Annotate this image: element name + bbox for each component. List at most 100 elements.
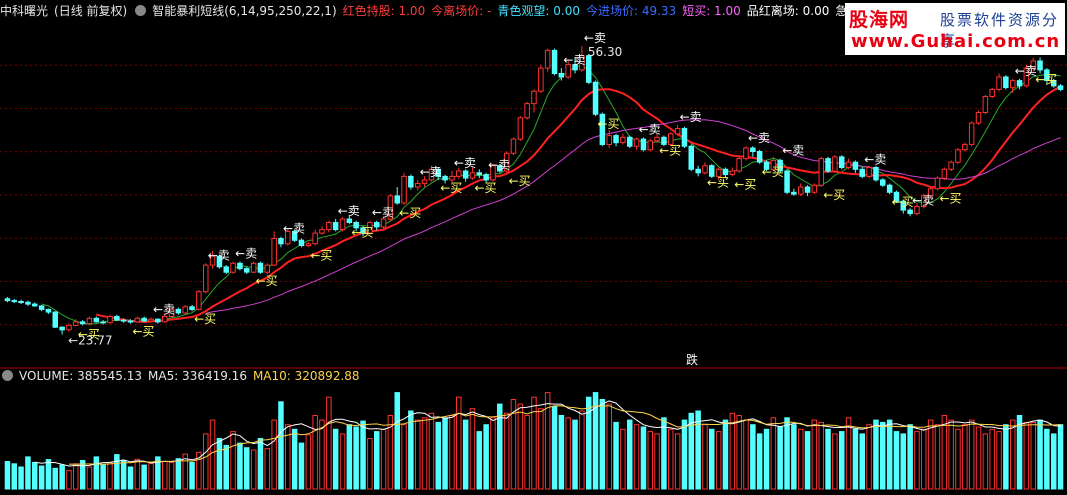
candle-49 [339, 217, 346, 232]
volume-bar-135 [927, 419, 934, 490]
candle-body [633, 138, 640, 147]
candle-body [394, 195, 400, 204]
volume-bar-54 [374, 431, 380, 490]
candle-body [32, 303, 38, 307]
volume-bar-87 [599, 399, 606, 490]
volume-bar-80 [551, 405, 558, 490]
candle-32 [223, 265, 229, 274]
candle-body [264, 264, 270, 273]
volume-bar-66 [456, 396, 462, 490]
sell-signal-36: ←卖 [1015, 64, 1037, 78]
volume-bar-0 [4, 461, 11, 490]
candle-body [654, 136, 660, 142]
candle-body [620, 136, 626, 144]
volume-bar-83 [572, 419, 578, 490]
candle-body [818, 158, 824, 186]
volume-bar-103 [709, 428, 715, 490]
volume-bar-118 [811, 419, 818, 490]
candle-body [558, 73, 565, 78]
candle-36 [250, 261, 257, 274]
volume-bar-136 [934, 424, 941, 490]
volume-bar-69 [476, 431, 482, 490]
candle-body [66, 324, 72, 331]
volume-bar-29 [203, 433, 209, 490]
indicator-value-0: 红色持股: 1.00 [342, 4, 426, 18]
volume-bar-148 [1016, 415, 1023, 490]
volume-header: VOLUME: 385545.13 MA5: 336419.16 MA10: 320… [0, 366, 700, 386]
volume-bar-78 [538, 408, 544, 490]
candle-91 [627, 135, 633, 148]
volume-bar-151 [1037, 419, 1043, 490]
watermark-url: www.Guhai.com.cn [851, 31, 1061, 52]
candle-body [968, 122, 975, 145]
volume-bar-127 [873, 419, 879, 490]
candle-124 [852, 160, 859, 173]
candle-99 [681, 126, 688, 148]
volume-bar-114 [784, 417, 790, 490]
candle-body [223, 266, 229, 273]
candle-body [538, 67, 544, 92]
volume-bar-150 [1030, 421, 1036, 490]
volume-settings-dot-icon[interactable] [2, 370, 13, 381]
candle-body [305, 243, 312, 247]
volume-bar-25 [175, 458, 182, 490]
volume-bar-99 [681, 419, 688, 490]
candle-114 [784, 169, 790, 195]
volume-bar-45 [312, 415, 318, 490]
candle-20 [141, 316, 147, 322]
period-label[interactable]: (日线 前复权) [54, 4, 127, 18]
candle-body [45, 308, 52, 313]
candle-body [510, 138, 517, 154]
candle-37 [257, 261, 264, 274]
candle-body [1057, 85, 1064, 90]
stock-chart[interactable]: ←买 ←买 ←买 ←卖 ←卖 ←卖 ←买 ←卖 ←买 ←买 ←卖 ←卖 ←买 ←买 ←卖 ←卖 ←买 ←卖 ←买 ←卖… [0, 0, 1067, 491]
candle-body [886, 184, 893, 193]
candle-body [681, 128, 688, 147]
volume-ma5: MA5: 336419.16 [148, 369, 247, 383]
candle-body [551, 49, 558, 75]
candle-45 [312, 229, 318, 246]
candle-33 [230, 261, 236, 274]
candle-body [442, 175, 448, 181]
candle-body [859, 168, 865, 177]
indicator-name[interactable]: 智能暴利短线(6,14,95,250,22,1) [152, 4, 336, 18]
volume-bar-36 [250, 449, 257, 490]
candle-57 [394, 187, 400, 205]
candle-27 [189, 305, 195, 312]
candle-39 [271, 231, 277, 266]
candle-25 [175, 307, 182, 315]
volume-bar-65 [449, 415, 455, 490]
volume-bar-33 [230, 431, 236, 490]
candle-body [134, 317, 141, 323]
candle-body [271, 238, 277, 266]
volume-bar-67 [462, 419, 469, 490]
candle-body [189, 306, 195, 310]
stock-name[interactable]: 中科曙光 [0, 4, 48, 18]
candle-21 [148, 317, 154, 322]
candle-35 [244, 266, 250, 274]
candle-body [52, 311, 58, 328]
candle-body [832, 156, 838, 172]
candle-body [326, 222, 332, 231]
buy-signal-37: ←买 [1035, 73, 1057, 87]
volume-bar-20 [141, 464, 147, 490]
buy-signal-9: ←买 [310, 248, 332, 262]
buy-signal-13: ←买 [399, 206, 421, 220]
buy-signal-10: ←买 [351, 225, 373, 239]
volume-bar-48 [332, 428, 339, 490]
volume-bar-125 [859, 433, 865, 490]
candle-132 [907, 208, 913, 217]
buy-signal-17: ←买 [475, 181, 497, 195]
candle-body [141, 317, 147, 322]
settings-dot-icon[interactable] [135, 5, 147, 16]
candle-67 [462, 169, 469, 182]
volume-bar-40 [278, 401, 284, 490]
volume-bar-94 [647, 431, 653, 490]
volume-bar-50 [346, 424, 353, 490]
high-price-label: 56.30 [588, 45, 622, 59]
candle-body [148, 318, 154, 322]
candle-98 [674, 124, 681, 136]
volume-bar-3 [25, 456, 31, 490]
volume-bar-38 [264, 448, 270, 490]
candle-body [1016, 80, 1023, 87]
